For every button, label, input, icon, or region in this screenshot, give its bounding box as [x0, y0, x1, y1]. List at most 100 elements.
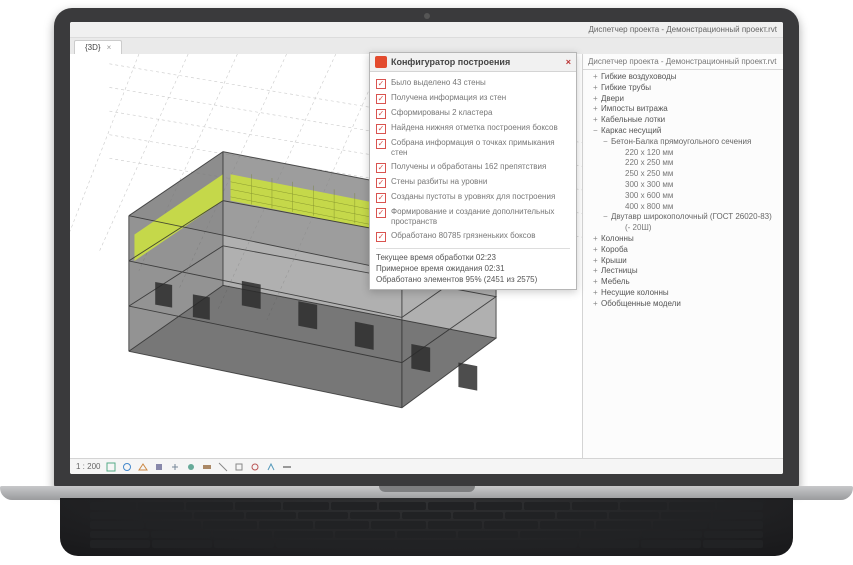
- step-text: Стены разбиты на уровни: [391, 177, 487, 187]
- laptop-keyboard: [60, 498, 793, 556]
- toolbar-icon[interactable]: [122, 462, 132, 472]
- expand-icon[interactable]: +: [593, 277, 601, 288]
- expand-icon[interactable]: −: [593, 126, 601, 137]
- tree-item[interactable]: 250 x 250 мм: [583, 169, 783, 180]
- tree-label: Двутавр широкополочный (ГОСТ 26020-83): [611, 212, 772, 221]
- tree-item[interactable]: +Лестницы: [583, 266, 783, 277]
- app-logo-icon: [375, 56, 387, 68]
- tree-label: Бетон-Балка прямоугольного сечения: [611, 137, 751, 146]
- tree-item[interactable]: 220 x 120 мм: [583, 148, 783, 159]
- tree-label: Колонны: [601, 234, 634, 243]
- tree-label: Обобщенные модели: [601, 299, 681, 308]
- expand-icon[interactable]: +: [593, 115, 601, 126]
- tree-item[interactable]: 300 x 600 мм: [583, 191, 783, 202]
- toolbar-icon[interactable]: [234, 462, 244, 472]
- tree-label: Двери: [601, 94, 624, 103]
- tree-item[interactable]: +Обобщенные модели: [583, 299, 783, 310]
- webcam-dot: [424, 13, 430, 19]
- checkmark-icon: ✓: [376, 208, 386, 218]
- expand-icon[interactable]: −: [603, 212, 611, 223]
- step-text: Собрана информация о точках примыкания с…: [391, 138, 570, 158]
- tree-item[interactable]: (- 20Ш): [583, 223, 783, 234]
- panel-title: Диспетчер проекта - Демонстрационный про…: [583, 54, 783, 70]
- checkmark-icon: ✓: [376, 94, 386, 104]
- expand-icon[interactable]: +: [593, 83, 601, 94]
- configurator-header[interactable]: Конфигуратор построения ×: [370, 53, 576, 72]
- configurator-title: Конфигуратор построения: [391, 57, 510, 67]
- tree-item[interactable]: −Двутавр широкополочный (ГОСТ 26020-83): [583, 212, 783, 223]
- tree-item[interactable]: +Несущие колонны: [583, 288, 783, 299]
- expand-icon[interactable]: +: [593, 256, 601, 267]
- toolbar-icon[interactable]: [154, 462, 164, 472]
- toolbar-icon[interactable]: [218, 462, 228, 472]
- toolbar-icon[interactable]: [138, 462, 148, 472]
- step-text: Сформированы 2 кластера: [391, 108, 492, 118]
- scale-label[interactable]: 1 : 200: [76, 462, 100, 471]
- expand-icon[interactable]: −: [603, 137, 611, 148]
- status-line-1: Текущее время обработки 02:23: [376, 252, 570, 263]
- expand-icon[interactable]: +: [593, 245, 601, 256]
- tree-label: (- 20Ш): [625, 223, 651, 232]
- tree-label: 300 x 600 мм: [625, 191, 673, 200]
- checkmark-icon: ✓: [376, 109, 386, 119]
- step-text: Найдена нижняя отметка построения боксов: [391, 123, 558, 133]
- project-browser-panel: Диспетчер проекта - Демонстрационный про…: [583, 54, 783, 458]
- tree-item[interactable]: 300 x 300 мм: [583, 180, 783, 191]
- expand-icon[interactable]: +: [593, 288, 601, 299]
- toolbar-icon[interactable]: [250, 462, 260, 472]
- configurator-panel[interactable]: Конфигуратор построения × ✓Было выделено…: [369, 52, 577, 290]
- tree-item[interactable]: +Кабельные лотки: [583, 115, 783, 126]
- tree-item[interactable]: +Колонны: [583, 234, 783, 245]
- expand-icon[interactable]: +: [593, 94, 601, 105]
- tree-item[interactable]: +Гибкие воздуховоды: [583, 72, 783, 83]
- toolbar-icon[interactable]: [186, 462, 196, 472]
- tree-label: Гибкие воздуховоды: [601, 72, 676, 81]
- toolbar-icon[interactable]: [170, 462, 180, 472]
- configurator-step: ✓ Получена информация из стен: [376, 91, 570, 106]
- configurator-body: ✓Было выделено 43 стены✓Получена информа…: [370, 72, 576, 289]
- tab-label: {3D}: [85, 43, 101, 52]
- tree-label: 250 x 250 мм: [625, 169, 673, 178]
- checkmark-icon: ✓: [376, 193, 386, 203]
- close-icon[interactable]: ×: [107, 43, 112, 52]
- close-icon[interactable]: ×: [566, 57, 571, 67]
- step-text: Созданы пустоты в уровнях для построения: [391, 192, 555, 202]
- expand-icon[interactable]: +: [593, 104, 601, 115]
- tree-item[interactable]: +Мебель: [583, 277, 783, 288]
- tree-label: Каркас несущий: [601, 126, 661, 135]
- expand-icon[interactable]: +: [593, 72, 601, 83]
- checkmark-icon: ✓: [376, 163, 386, 173]
- tree-item[interactable]: +Двери: [583, 94, 783, 105]
- tab-3d[interactable]: {3D} ×: [74, 40, 122, 54]
- toolbar-icon[interactable]: [266, 462, 276, 472]
- tree-item[interactable]: −Бетон-Балка прямоугольного сечения: [583, 137, 783, 148]
- expand-icon[interactable]: +: [593, 234, 601, 245]
- toolbar-icon[interactable]: [202, 462, 212, 472]
- expand-icon[interactable]: +: [593, 266, 601, 277]
- tree-label: Импосты витража: [601, 104, 668, 113]
- tree-item[interactable]: +Импосты витража: [583, 104, 783, 115]
- tree-label: 220 x 250 мм: [625, 158, 673, 167]
- titlebar-text: Диспетчер проекта - Демонстрационный про…: [589, 25, 778, 34]
- toolbar-icon[interactable]: [106, 462, 116, 472]
- tree-item[interactable]: 400 x 800 мм: [583, 202, 783, 213]
- status-line-3: Обработано элементов 95% (2451 из 2575): [376, 274, 570, 285]
- toolbar-icon[interactable]: [282, 462, 292, 472]
- tree-item[interactable]: +Крыши: [583, 256, 783, 267]
- tree-item[interactable]: +Гибкие трубы: [583, 83, 783, 94]
- step-text: Получена информация из стен: [391, 93, 506, 103]
- tree-item[interactable]: 220 x 250 мм: [583, 158, 783, 169]
- checkmark-icon: ✓: [376, 139, 386, 149]
- checkmark-icon: ✓: [376, 124, 386, 134]
- laptop-notch: [379, 486, 475, 492]
- tree-label: Короба: [601, 245, 628, 254]
- project-tree[interactable]: +Гибкие воздуховоды+Гибкие трубы+Двери+И…: [583, 70, 783, 458]
- expand-icon[interactable]: +: [593, 299, 601, 310]
- configurator-step: ✓Стены разбиты на уровни: [376, 175, 570, 190]
- configurator-step: ✓ Собрана информация о точках примыкания …: [376, 136, 570, 160]
- tree-item[interactable]: −Каркас несущий: [583, 126, 783, 137]
- checkmark-icon: ✓: [376, 232, 386, 242]
- step-text: Формирование и создание дополнительных п…: [391, 207, 570, 227]
- tree-label: 400 x 800 мм: [625, 202, 673, 211]
- tree-item[interactable]: +Короба: [583, 245, 783, 256]
